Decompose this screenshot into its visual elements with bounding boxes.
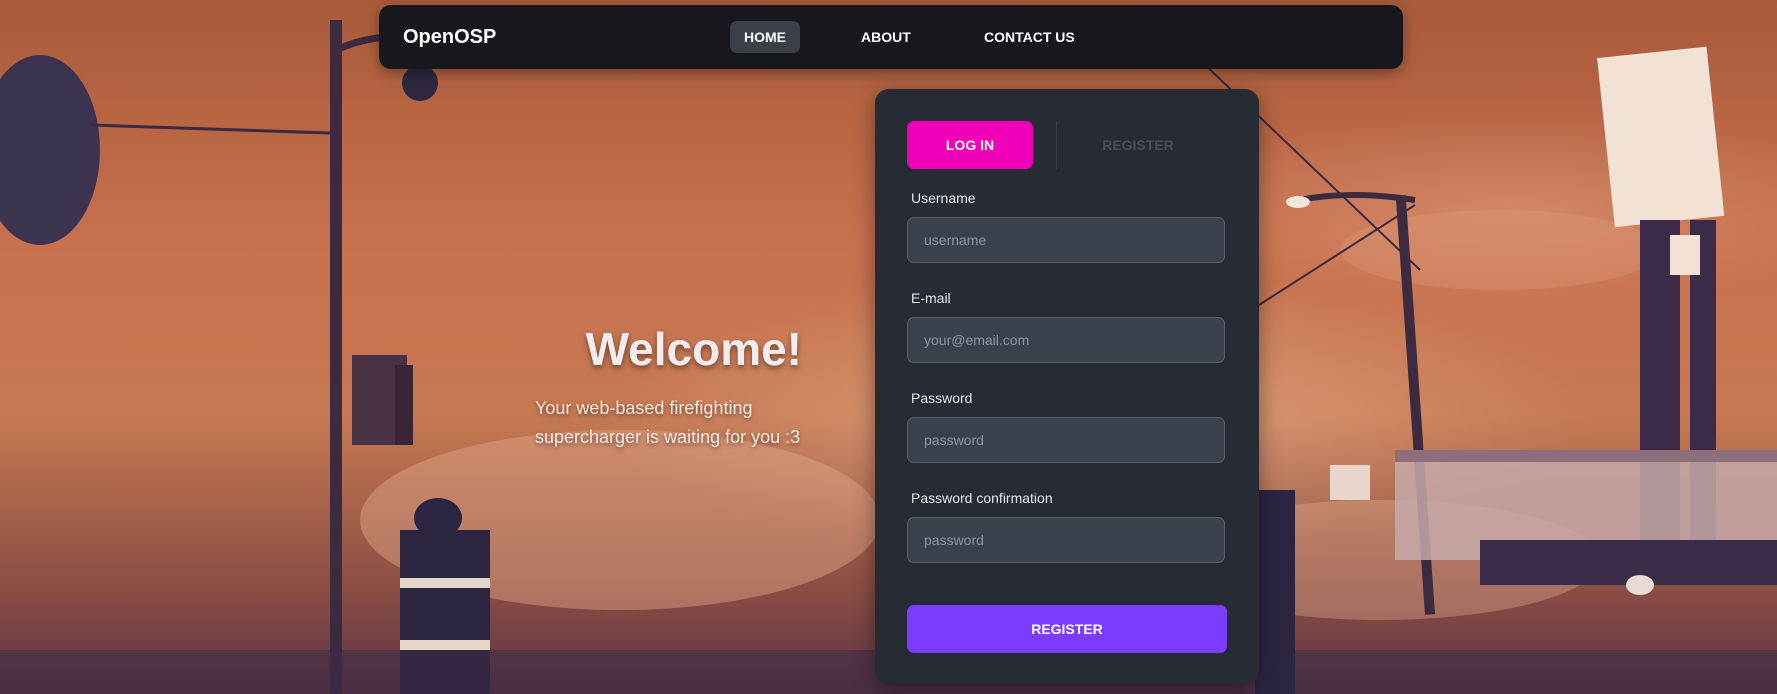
register-submit-button[interactable]: REGISTER — [907, 605, 1227, 653]
username-label: Username — [911, 190, 976, 206]
password-confirm-label: Password confirmation — [911, 490, 1053, 506]
tagline-line-2: supercharger is waiting for you :3 — [535, 427, 801, 447]
tab-login[interactable]: LOG IN — [907, 121, 1033, 169]
auth-card: LOG IN REGISTER Username E-mail Password… — [875, 89, 1259, 684]
password-confirm-input[interactable] — [907, 517, 1225, 563]
welcome-heading: Welcome! — [585, 323, 802, 375]
email-input[interactable] — [907, 317, 1225, 363]
navbar: OpenOSP HOME ABOUT CONTACT US — [379, 5, 1403, 69]
nav-about-link[interactable]: ABOUT — [847, 21, 925, 53]
username-input[interactable] — [907, 217, 1225, 263]
email-label: E-mail — [911, 290, 951, 306]
tab-divider — [1056, 121, 1057, 169]
password-input[interactable] — [907, 417, 1225, 463]
tab-register[interactable]: REGISTER — [1075, 121, 1201, 169]
nav-contact-link[interactable]: CONTACT US — [970, 21, 1089, 53]
tagline-line-1: Your web-based firefighting — [535, 398, 753, 418]
brand-logo[interactable]: OpenOSP — [403, 5, 496, 69]
nav-home-link[interactable]: HOME — [730, 21, 800, 53]
welcome-tagline: Your web-based firefighting supercharger… — [535, 394, 815, 452]
password-label: Password — [911, 390, 973, 406]
